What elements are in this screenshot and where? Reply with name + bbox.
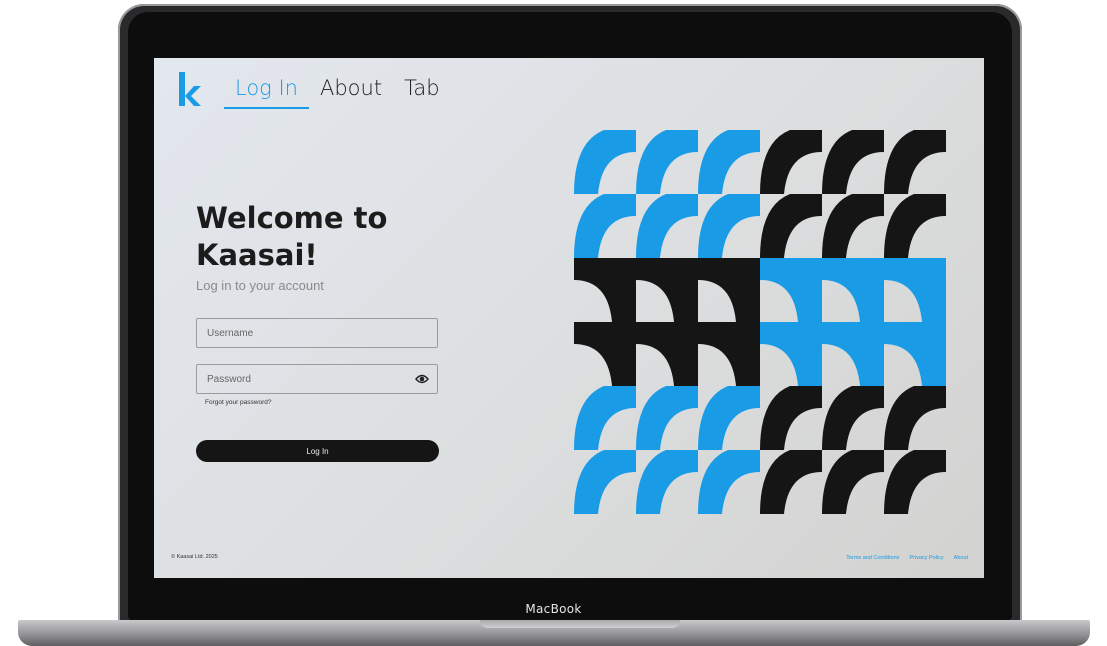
pattern-arc: [574, 258, 636, 322]
pattern-arc: [574, 386, 636, 450]
password-input[interactable]: [197, 365, 397, 393]
pattern-arc: [636, 450, 698, 514]
pattern-arc: [822, 194, 884, 258]
pattern-arc: [636, 194, 698, 258]
tab-tab[interactable]: Tab: [393, 76, 451, 107]
username-input[interactable]: [197, 319, 397, 347]
footer-links: Terms and Conditions Privacy Policy Abou…: [846, 555, 968, 561]
pattern-arc: [884, 130, 946, 194]
password-field: [196, 364, 438, 394]
pattern-arc: [698, 130, 760, 194]
pattern-arc: [884, 258, 946, 322]
pattern-arc: [760, 258, 822, 322]
pattern-arc: [822, 130, 884, 194]
pattern-arc: [884, 450, 946, 514]
pattern-arc: [760, 450, 822, 514]
pattern-arc: [698, 450, 760, 514]
tab-log-in[interactable]: Log In: [224, 76, 309, 109]
login-button[interactable]: Log In: [196, 440, 439, 462]
pattern-arc: [760, 194, 822, 258]
footer-link-privacy[interactable]: Privacy Policy: [909, 555, 943, 561]
tab-about[interactable]: About: [309, 76, 393, 107]
pattern-arc: [574, 322, 636, 386]
app-screen: Log In About Tab Welcome to Kaasai! Log …: [154, 58, 984, 578]
username-field: [196, 318, 438, 348]
login-subtitle: Log in to your account: [196, 278, 324, 293]
pattern-arc: [760, 130, 822, 194]
pattern-arc: [698, 322, 760, 386]
pattern-arc: [636, 130, 698, 194]
eye-icon[interactable]: [415, 373, 429, 385]
pattern-arc: [822, 322, 884, 386]
pattern-arc: [698, 258, 760, 322]
pattern-arc: [574, 130, 636, 194]
footer-link-about[interactable]: About: [954, 555, 968, 561]
decorative-pattern: [574, 130, 946, 514]
pattern-arc: [822, 386, 884, 450]
pattern-arc: [760, 386, 822, 450]
pattern-arc: [698, 194, 760, 258]
pattern-arc: [760, 322, 822, 386]
copyright: © Kaasai Ltd. 2025: [171, 554, 218, 560]
pattern-arc: [636, 258, 698, 322]
forgot-password-link[interactable]: Forgot your password?: [205, 399, 271, 406]
pattern-arc: [884, 194, 946, 258]
pattern-arc: [574, 194, 636, 258]
device-label: MacBook: [525, 602, 582, 616]
pattern-arc: [636, 386, 698, 450]
laptop-base: [18, 620, 1090, 646]
pattern-arc: [884, 322, 946, 386]
pattern-arc: [822, 450, 884, 514]
footer-link-terms[interactable]: Terms and Conditions: [846, 555, 899, 561]
pattern-arc: [574, 450, 636, 514]
welcome-heading: Welcome to Kaasai!: [196, 200, 387, 274]
pattern-arc: [884, 386, 946, 450]
pattern-arc: [822, 258, 884, 322]
pattern-arc: [698, 386, 760, 450]
pattern-arc: [636, 322, 698, 386]
top-nav: Log In About Tab: [224, 76, 451, 109]
welcome-line-1: Welcome to: [196, 201, 388, 235]
kaasai-logo[interactable]: [179, 72, 201, 106]
welcome-line-2: Kaasai!: [196, 238, 318, 272]
